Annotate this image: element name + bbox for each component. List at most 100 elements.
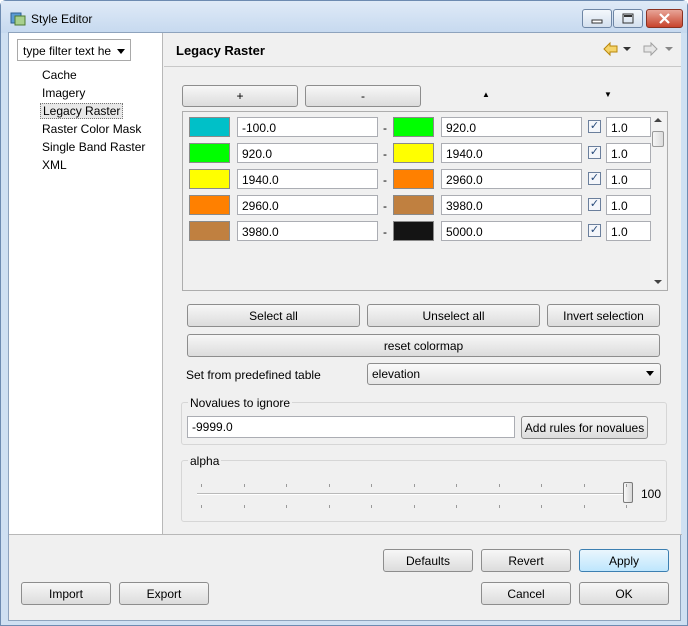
slider-tick (201, 505, 202, 508)
slider-tick (328, 484, 330, 487)
ok-button[interactable]: OK (579, 582, 669, 605)
alpha-slider-thumb[interactable] (623, 482, 633, 503)
back-arrow-icon (603, 41, 631, 57)
from-value-field[interactable]: 1940.0 (237, 169, 378, 189)
reset-colormap-button[interactable]: reset colormap (187, 334, 660, 357)
colormap-table: -100.0-920.0 ✓ 1.0 920.0-1940.0 ✓ 1.0 1940.0-2… (182, 111, 668, 291)
tree-item-xml[interactable]: XML (40, 157, 69, 173)
predefined-table-label: Set from predefined table (186, 368, 321, 382)
from-color-swatch[interactable] (189, 117, 230, 137)
maximize-icon (622, 13, 634, 24)
filter-input[interactable]: type filter text he (17, 39, 131, 61)
to-color-swatch[interactable] (393, 143, 434, 163)
slider-tick (626, 484, 627, 487)
from-value-field[interactable]: -100.0 (237, 117, 378, 137)
to-value-field[interactable]: 920.0 (441, 117, 582, 137)
row-enabled-checkbox[interactable]: ✓ (588, 198, 601, 211)
slider-tick (243, 484, 245, 487)
opacity-field[interactable]: 1.0 (606, 221, 651, 241)
invert-selection-button[interactable]: Invert selection (547, 304, 660, 327)
alpha-group (181, 460, 667, 522)
to-color-swatch[interactable] (393, 169, 434, 189)
to-value-field[interactable]: 1940.0 (441, 143, 582, 163)
title-bar[interactable]: Style Editor (1, 1, 687, 33)
slider-tick (456, 484, 457, 487)
table-scrollbar[interactable] (650, 113, 666, 289)
navigation-pane: type filter text he Cache Imagery Legacy… (9, 33, 163, 534)
from-color-swatch[interactable] (189, 195, 230, 215)
novalues-group-label: Novalues to ignore (188, 396, 293, 410)
scroll-up-icon[interactable] (654, 117, 662, 123)
range-separator: - (383, 121, 387, 135)
to-value-field[interactable]: 3980.0 (441, 195, 582, 215)
tree-item-imagery[interactable]: Imagery (40, 85, 87, 101)
from-color-swatch[interactable] (189, 221, 230, 241)
tree-item-raster-color-mask[interactable]: Raster Color Mask (40, 121, 143, 137)
export-button[interactable]: Export (119, 582, 209, 605)
slider-tick (286, 484, 287, 487)
move-down-button[interactable]: ▼ (604, 90, 612, 99)
slider-tick (413, 484, 415, 487)
slider-tick (498, 484, 500, 487)
slider-tick (583, 484, 585, 487)
from-value-field[interactable]: 3980.0 (237, 221, 378, 241)
add-row-button[interactable]: + (182, 85, 298, 107)
from-color-swatch[interactable] (189, 169, 230, 189)
novalues-input[interactable]: -9999.0 (187, 416, 515, 438)
to-value-field[interactable]: 2960.0 (441, 169, 582, 189)
row-enabled-checkbox[interactable]: ✓ (588, 224, 601, 237)
to-color-swatch[interactable] (393, 221, 434, 241)
filter-input-text: type filter text he (23, 44, 112, 58)
opacity-field[interactable]: 1.0 (606, 195, 651, 215)
to-color-swatch[interactable] (393, 117, 434, 137)
row-enabled-checkbox[interactable]: ✓ (588, 120, 601, 133)
slider-tick (201, 484, 202, 487)
scroll-down-icon[interactable] (654, 279, 662, 285)
style-editor-window: Style Editor type filter text he Cache I… (0, 0, 688, 626)
from-value-field[interactable]: 2960.0 (237, 195, 378, 215)
slider-tick (498, 505, 500, 508)
chevron-down-icon[interactable] (117, 49, 125, 54)
defaults-button[interactable]: Defaults (383, 549, 473, 572)
tree-item-single-band-raster[interactable]: Single Band Raster (40, 139, 147, 155)
import-button[interactable]: Import (21, 582, 111, 605)
row-enabled-checkbox[interactable]: ✓ (588, 172, 601, 185)
forward-arrow-icon (643, 41, 673, 57)
opacity-field[interactable]: 1.0 (606, 169, 651, 189)
apply-button[interactable]: Apply (579, 549, 669, 572)
maximize-button[interactable] (613, 9, 643, 28)
cancel-button[interactable]: Cancel (481, 582, 571, 605)
from-color-swatch[interactable] (189, 143, 230, 163)
range-separator: - (383, 147, 387, 161)
revert-button[interactable]: Revert (481, 549, 571, 572)
slider-tick (413, 505, 415, 508)
row-enabled-checkbox[interactable]: ✓ (588, 146, 601, 159)
slider-tick (541, 484, 542, 487)
tree-item-cache[interactable]: Cache (40, 67, 79, 83)
tree-item-legacy-raster[interactable]: Legacy Raster (40, 103, 124, 119)
select-all-button[interactable]: Select all (187, 304, 360, 327)
range-separator: - (383, 225, 387, 239)
opacity-field[interactable]: 1.0 (606, 143, 651, 163)
back-button[interactable] (602, 41, 632, 60)
opacity-field[interactable]: 1.0 (606, 117, 651, 137)
slider-tick (328, 505, 330, 508)
to-value-field[interactable]: 5000.0 (441, 221, 582, 241)
remove-row-button[interactable]: - (305, 85, 421, 107)
slider-tick (371, 484, 372, 487)
to-color-swatch[interactable] (393, 195, 434, 215)
app-icon (10, 12, 26, 26)
slider-tick (626, 505, 627, 508)
predefined-table-select[interactable]: elevation (367, 363, 661, 385)
unselect-all-button[interactable]: Unselect all (367, 304, 540, 327)
from-value-field[interactable]: 920.0 (237, 143, 378, 163)
forward-button[interactable] (642, 41, 674, 60)
close-button[interactable] (646, 9, 683, 28)
alpha-slider-track[interactable] (197, 493, 627, 495)
minimize-button[interactable] (582, 9, 612, 28)
close-icon (659, 13, 670, 24)
slider-tick (286, 505, 287, 508)
move-up-button[interactable]: ▲ (482, 90, 490, 99)
scrollbar-thumb[interactable] (652, 131, 664, 147)
add-novalue-rules-button[interactable]: Add rules for novalues (521, 416, 648, 439)
